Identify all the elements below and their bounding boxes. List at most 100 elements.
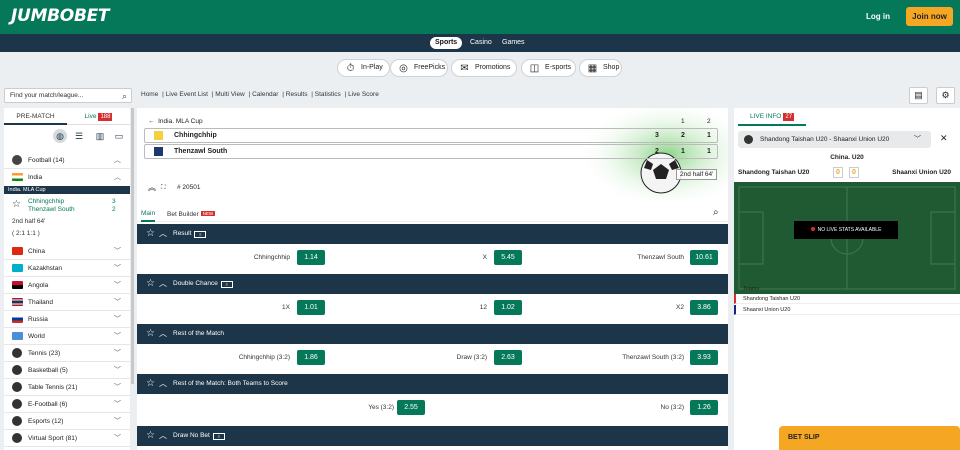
odd-button[interactable]: 1.86 — [297, 350, 325, 365]
star-icon[interactable]: ☆ — [146, 374, 155, 394]
search-icon[interactable]: ⌕ — [122, 90, 127, 103]
outcome-label: X2 — [676, 304, 684, 311]
china-flag-icon — [12, 247, 23, 255]
nav-tab-sports[interactable]: Sports — [430, 37, 463, 49]
chevron-down-icon: ﹀ — [114, 333, 121, 340]
breadcrumb-calendar[interactable]: Calendar — [252, 91, 278, 98]
breadcrumb-results[interactable]: Results — [286, 91, 308, 98]
nav-tab-games[interactable]: Games — [497, 37, 530, 49]
sidebar-item-thailand[interactable]: Thailand ﹀ — [4, 294, 130, 311]
sidebar-item-football[interactable]: Football (14) ︿ — [4, 152, 130, 169]
sidebar-item-label: Tennis (23) — [28, 350, 61, 357]
event-league: ← India. MLA Cup — [148, 118, 203, 125]
odd-button[interactable]: 3.93 — [690, 350, 718, 365]
sidebar-item-kazakhstan[interactable]: Kazakhstan ﹀ — [4, 260, 130, 277]
team2-row: Thenzawl South 2 1 1 — [144, 144, 718, 159]
market-row-double-chance: 1X 1.01 12 1.02 X2 3.86 — [137, 294, 728, 321]
sidebar-scrollbar[interactable] — [131, 108, 134, 384]
star-icon[interactable]: ☆ — [146, 324, 155, 344]
logo[interactable]: JUMBOBET — [11, 6, 110, 26]
nav-tab-casino[interactable]: Casino — [465, 37, 497, 49]
list-view-icon[interactable]: ☰ — [72, 129, 86, 143]
market-title: Result — [173, 230, 192, 237]
chevron-down-icon: ﹀ — [114, 435, 121, 442]
odd-button[interactable]: 2.63 — [494, 350, 522, 365]
pill-promotions[interactable]: ✉ Promotions — [451, 59, 517, 77]
market-header-draw-no-bet[interactable]: ☆ ︿ Draw No Bet ≡ — [137, 426, 728, 446]
chevron-down-icon: ﹀ — [114, 316, 121, 323]
pill-label: E-sports — [545, 64, 572, 71]
odd-button[interactable]: 1.26 — [690, 400, 718, 415]
odd-button[interactable]: 10.61 — [690, 250, 718, 265]
sidebar-item-india[interactable]: India ︿ — [4, 169, 130, 186]
sidebar-item-china[interactable]: China ﹀ — [4, 243, 130, 260]
market-header-rest-of-match[interactable]: ☆ ︿ Rest of the Match — [137, 324, 728, 344]
efootball-icon — [12, 399, 22, 409]
tab-prematch[interactable]: PRE-MATCH — [4, 108, 67, 125]
odd-button[interactable]: 2.55 — [397, 400, 425, 415]
star-icon[interactable]: ☆ — [146, 224, 155, 244]
outcome-label: 12 — [479, 304, 487, 311]
market-header-result[interactable]: ☆ ︿ Result ≡ — [137, 224, 728, 244]
sidebar-item-world[interactable]: World ﹀ — [4, 328, 130, 345]
odd-button[interactable]: 3.86 — [690, 300, 718, 315]
globe-icon[interactable]: ◍ — [53, 129, 67, 143]
monitor-icon[interactable]: ▭ — [112, 129, 126, 143]
market-title: Double Chance — [173, 280, 218, 287]
stats-icon: ≡ — [194, 231, 207, 238]
gear-icon[interactable]: ⚙ — [936, 87, 955, 104]
team1-row: Chhingchhip 3 2 1 — [144, 128, 718, 143]
period-col-1: 1 — [681, 118, 685, 125]
bet-slip-button[interactable]: BET SLIP — [779, 426, 960, 450]
sidebar-item-basketball[interactable]: Basketball (5) ﹀ — [4, 362, 130, 379]
search-input[interactable]: Find your match/league... ⌕ — [4, 88, 132, 103]
sidebar-item-label: World — [28, 333, 45, 340]
pill-in-play[interactable]: ⏱ In-Play — [337, 59, 390, 77]
tab-live[interactable]: Live 188 — [67, 108, 130, 125]
odd-button[interactable]: 1.02 — [494, 300, 522, 315]
grid-view-icon[interactable]: ▥ — [93, 129, 107, 143]
back-arrow-icon[interactable]: ← — [148, 118, 155, 125]
sidebar-item-tennis[interactable]: Tennis (23) ﹀ — [4, 345, 130, 362]
market-tabs: Main Bet Builder NEW ⌕ — [137, 205, 728, 222]
odd-button[interactable]: 5.45 — [494, 250, 522, 265]
pill-shop[interactable]: ▦ Shop — [579, 59, 622, 77]
market-header-btts[interactable]: ☆ ︿ Rest of the Match: Both Teams to Sco… — [137, 374, 728, 394]
star-icon[interactable]: ☆ — [146, 274, 155, 294]
join-now-button[interactable]: Join now — [906, 7, 953, 26]
chevron-up-icon: ︿ — [114, 157, 121, 164]
live-match-item[interactable]: Chhingchhip Thenzawl South 3 2 ☆ 2nd hal… — [4, 195, 130, 245]
sidebar-item-russia[interactable]: Russia ﹀ — [4, 311, 130, 328]
market-header-double-chance[interactable]: ☆ ︿ Double Chance ≡ — [137, 274, 728, 294]
outcome-label: Thenzawl South — [637, 254, 684, 261]
odd-button[interactable]: 1.14 — [297, 250, 325, 265]
pill-esports[interactable]: ◫ E-sports — [521, 59, 576, 77]
pill-freepicks[interactable]: ◎ FreePicks — [390, 59, 448, 77]
favorite-star-icon[interactable]: ☆ — [12, 199, 21, 210]
star-icon[interactable]: ☆ — [146, 426, 155, 446]
tactics-icon[interactable]: ✕ — [940, 133, 948, 144]
collapse-icon[interactable]: ︽ — [148, 182, 156, 193]
search-icon[interactable]: ⌕ — [713, 207, 719, 218]
breadcrumb-live-score[interactable]: Live Score — [348, 91, 379, 98]
pill-label: In-Play — [361, 64, 383, 71]
breadcrumb-live-event-list[interactable]: Live Event List — [166, 91, 208, 98]
sidebar-item-label: Table Tennis (21) — [28, 384, 78, 391]
odd-button[interactable]: 1.01 — [297, 300, 325, 315]
event-league-label: India. MLA Cup — [158, 118, 203, 125]
breadcrumb-statistics[interactable]: Statistics — [315, 91, 341, 98]
login-link[interactable]: Log in — [866, 12, 890, 21]
tab-main[interactable]: Main — [141, 205, 156, 222]
chevron-down-icon: ﹀ — [114, 248, 121, 255]
breadcrumb-home[interactable]: Home — [141, 91, 158, 98]
sidebar-item-efootball[interactable]: E-Football (6) ﹀ — [4, 396, 130, 413]
sidebar-item-table-tennis[interactable]: Table Tennis (21) ﹀ — [4, 379, 130, 396]
sidebar-item-esports[interactable]: Esports (12) ﹀ — [4, 413, 130, 430]
breadcrumb-multi-view[interactable]: Multi View — [215, 91, 245, 98]
sidebar-item-virtual-sport[interactable]: Virtual Sport (81) ﹀ — [4, 430, 130, 447]
calculator-icon[interactable]: ▤ — [909, 87, 928, 104]
sidebar-item-angola[interactable]: Angola ﹀ — [4, 277, 130, 294]
tab-bet-builder[interactable]: Bet Builder NEW — [167, 205, 216, 222]
match-select[interactable]: Shandong Taishan U20 - Shaanxi Union U20… — [738, 131, 931, 148]
tab-live-info[interactable]: LIVE INFO 27 — [738, 108, 806, 126]
